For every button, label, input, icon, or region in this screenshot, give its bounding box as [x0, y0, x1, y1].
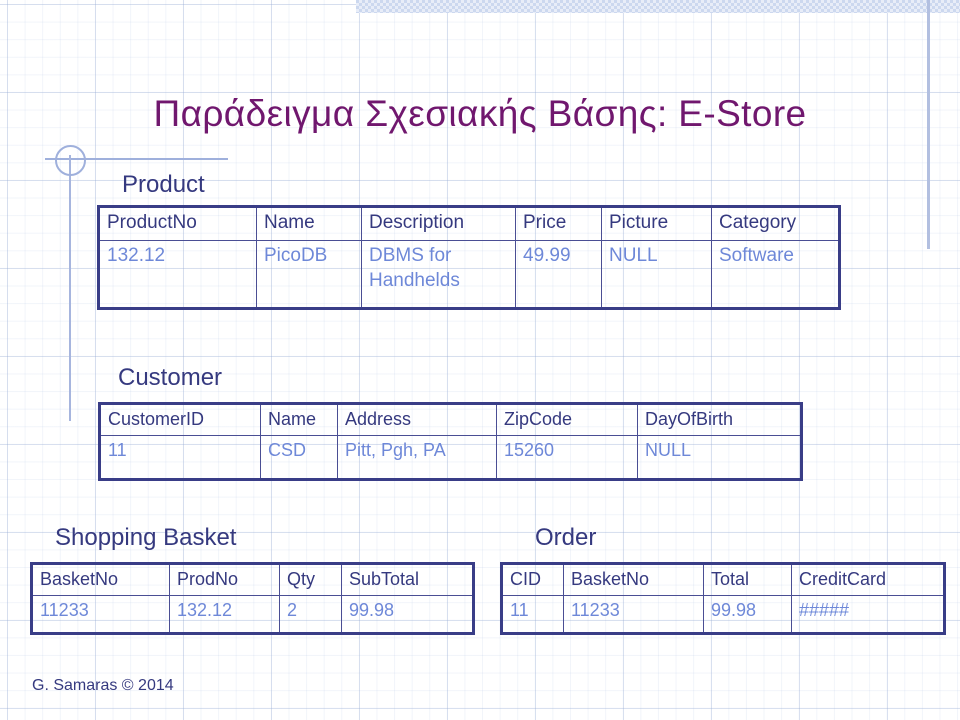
table-header-row: CustomerID Name Address ZipCode DayOfBir…: [99, 403, 802, 436]
column-header: BasketNo: [31, 563, 170, 596]
order-table-caption: Order: [535, 524, 597, 551]
table-row: 11 11233 99.98 #####: [501, 595, 945, 634]
column-header: BasketNo: [563, 563, 704, 596]
table-row: 11233 132.12 2 99.98: [31, 595, 474, 634]
table-cell: 99.98: [341, 595, 474, 634]
decorative-circle-icon: [55, 145, 86, 176]
column-header: Qty: [279, 563, 342, 596]
table-cell: 11: [501, 595, 564, 634]
column-header: Address: [337, 403, 497, 436]
table-header-row: CID BasketNo Total CreditCard: [501, 563, 945, 596]
table-header-row: BasketNo ProdNo Qty SubTotal: [31, 563, 474, 596]
column-header: Total: [703, 563, 792, 596]
column-header: Category: [711, 206, 840, 241]
table-cell: 11: [99, 435, 261, 480]
slide-canvas: Παράδειγμα Σχεσιακής Βάσης: E-Store Prod…: [0, 0, 960, 720]
order-table: CID BasketNo Total CreditCard 11 11233 9…: [500, 562, 946, 635]
column-header: Price: [515, 206, 602, 241]
table-cell: 11233: [31, 595, 170, 634]
column-header: Name: [256, 206, 362, 241]
table-cell: Pitt, Pgh, PA: [337, 435, 497, 480]
table-row: 132.12 PicoDB DBMS for Handhelds 49.99 N…: [98, 240, 840, 309]
column-header: SubTotal: [341, 563, 474, 596]
column-header: Description: [361, 206, 516, 241]
column-header: DayOfBirth: [637, 403, 802, 436]
table-cell: 132.12: [98, 240, 257, 309]
table-cell: #####: [791, 595, 945, 634]
column-header: CreditCard: [791, 563, 945, 596]
top-banner-decoration: [356, 0, 960, 13]
shopping-basket-table: BasketNo ProdNo Qty SubTotal 11233 132.1…: [30, 562, 475, 635]
product-table-caption: Product: [122, 171, 205, 198]
table-cell: PicoDB: [256, 240, 362, 309]
column-header: Name: [260, 403, 338, 436]
customer-table-caption: Customer: [118, 364, 223, 391]
table-cell: CSD: [260, 435, 338, 480]
column-header: CID: [501, 563, 564, 596]
table-cell: 49.99: [515, 240, 602, 309]
table-header-row: ProductNo Name Description Price Picture…: [98, 206, 840, 241]
table-cell: Software: [711, 240, 840, 309]
table-cell: DBMS for Handhelds: [361, 240, 516, 309]
table-cell: NULL: [601, 240, 712, 309]
table-row: 11 CSD Pitt, Pgh, PA 15260 NULL: [99, 435, 802, 480]
column-header: ProdNo: [169, 563, 280, 596]
customer-table: CustomerID Name Address ZipCode DayOfBir…: [98, 402, 803, 481]
table-cell: 132.12: [169, 595, 280, 634]
decorative-vertical-rule: [69, 155, 71, 421]
column-header: Picture: [601, 206, 712, 241]
shopping-basket-table-caption: Shopping Basket: [55, 524, 237, 551]
table-cell: 15260: [496, 435, 638, 480]
table-cell: NULL: [637, 435, 802, 480]
table-cell: 2: [279, 595, 342, 634]
table-cell: 11233: [563, 595, 704, 634]
slide-footer-credit: G. Samaras © 2014: [32, 677, 174, 694]
slide-title: Παράδειγμα Σχεσιακής Βάσης: E-Store: [153, 93, 807, 134]
product-table: ProductNo Name Description Price Picture…: [97, 205, 841, 310]
column-header: CustomerID: [99, 403, 261, 436]
table-cell: 99.98: [703, 595, 792, 634]
column-header: ProductNo: [98, 206, 257, 241]
column-header: ZipCode: [496, 403, 638, 436]
